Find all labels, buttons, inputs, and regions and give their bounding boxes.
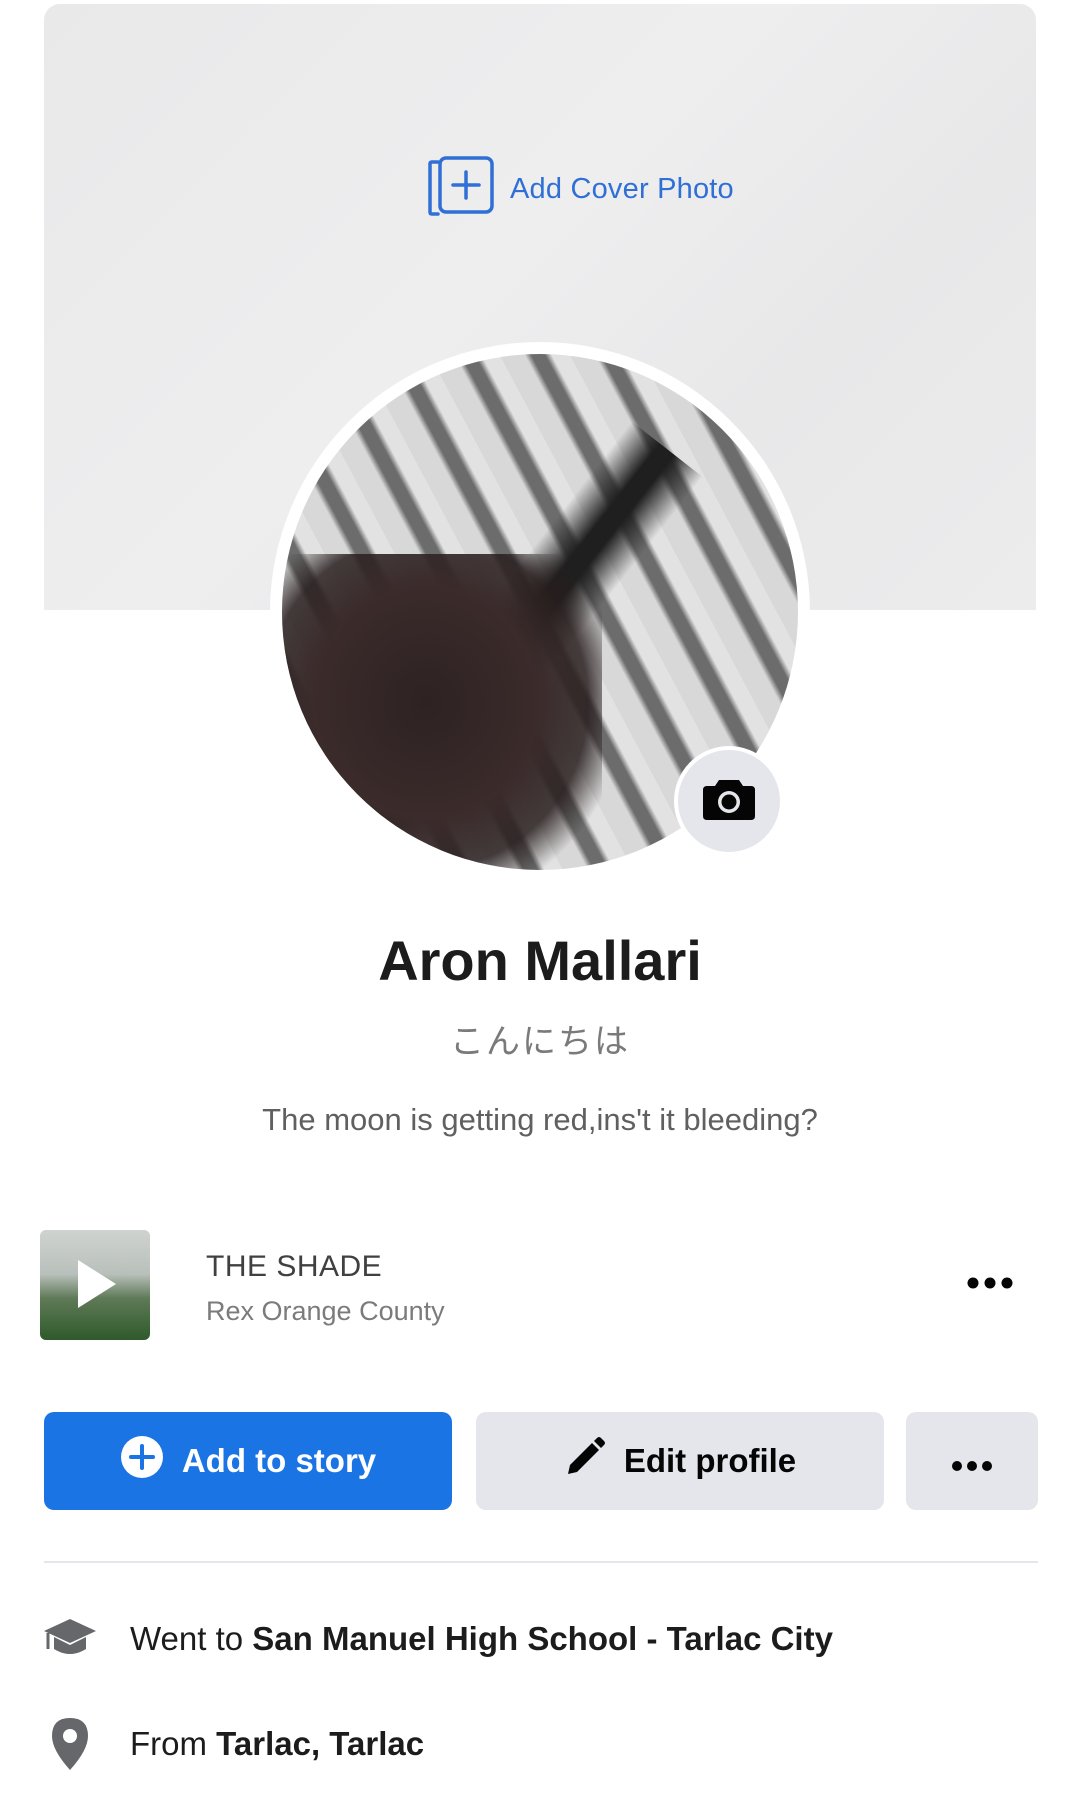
add-cover-photo-button[interactable]: Add Cover Photo (428, 154, 734, 224)
edit-profile-button[interactable]: Edit profile (476, 1412, 884, 1510)
edit-profile-label: Edit profile (623, 1442, 797, 1479)
from-prefix: From (130, 1725, 217, 1762)
add-cover-photo-label: Add Cover Photo (510, 172, 734, 205)
change-profile-picture-button[interactable] (674, 746, 784, 856)
plus-circle-icon (120, 1435, 164, 1487)
education-school[interactable]: San Manuel High School - Tarlac City (252, 1620, 833, 1657)
more-horizontal-icon (966, 1276, 1014, 1295)
add-to-story-button[interactable]: Add to story (44, 1412, 452, 1510)
music-artist: Rex Orange County (206, 1296, 445, 1326)
section-divider (44, 1561, 1038, 1563)
profile-music[interactable]: THE SHADE Rex Orange County (40, 1230, 1040, 1340)
music-thumbnail[interactable] (40, 1230, 150, 1340)
add-to-story-label: Add to story (181, 1442, 377, 1479)
music-more-button[interactable] (960, 1260, 1020, 1310)
location-pin-icon (40, 1714, 100, 1774)
from-location[interactable]: Tarlac, Tarlac (216, 1725, 424, 1762)
profile-bio: The moon is getting red,ins't it bleedin… (262, 1102, 818, 1137)
profile-name: Aron Mallari (378, 929, 702, 992)
pencil-icon (564, 1436, 606, 1486)
more-horizontal-icon (951, 1442, 993, 1480)
add-photo-icon (428, 155, 498, 223)
hometown-detail[interactable]: From Tarlac, Tarlac (40, 1714, 424, 1774)
play-icon (78, 1260, 116, 1308)
education-detail[interactable]: Went to San Manuel High School - Tarlac … (40, 1609, 833, 1669)
graduation-cap-icon (40, 1609, 100, 1669)
music-title: THE SHADE (206, 1250, 383, 1283)
education-prefix: Went to (130, 1620, 253, 1657)
profile-picture-shadow (282, 554, 602, 870)
profile-more-button[interactable] (906, 1412, 1038, 1510)
profile-nickname: こんにちは (450, 1023, 630, 1061)
camera-icon (701, 776, 757, 827)
